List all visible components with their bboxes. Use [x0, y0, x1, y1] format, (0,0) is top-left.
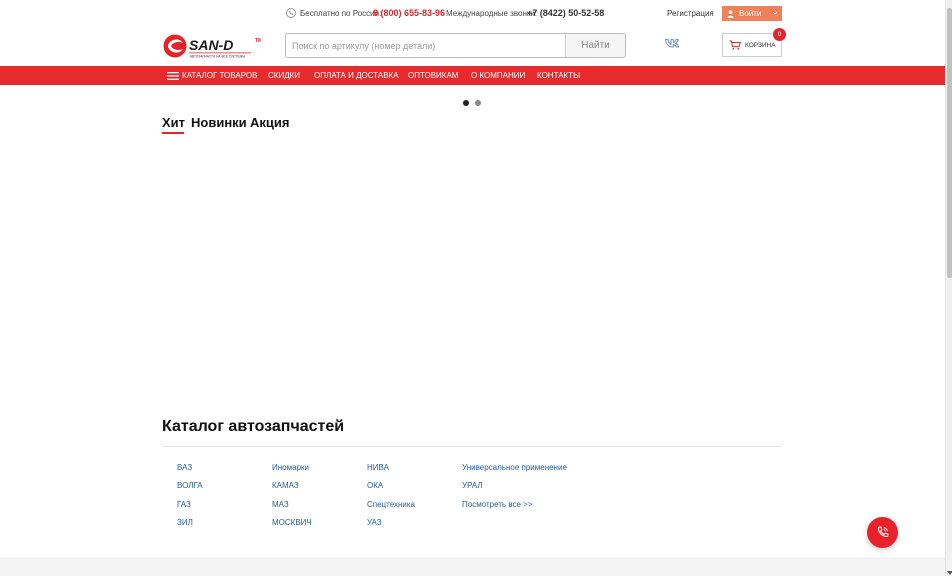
catalog-link[interactable]: МАЗ [272, 500, 289, 509]
search-box: Найти [285, 33, 626, 58]
tab-new[interactable]: Новинки [191, 115, 247, 130]
login-button[interactable]: Войти [722, 6, 782, 21]
catalog-link[interactable]: ОКА [367, 481, 383, 490]
scroll-down-arrow[interactable] [947, 571, 952, 575]
catalog-title: Каталог автозапчастей [162, 418, 345, 435]
main-nav: КАТАЛОГ ТОВАРОВ СКИДКИ ОПЛАТА И ДОСТАВКА… [0, 66, 945, 85]
catalog-link[interactable]: ГАЗ [177, 500, 191, 509]
catalog-link[interactable]: Спецтехника [367, 500, 415, 509]
scrollbar[interactable] [945, 0, 952, 576]
tab-sale[interactable]: Акция [250, 115, 289, 130]
intl-phone-number[interactable]: +7 (8422) 50-52-58 [527, 8, 604, 18]
cart-label: КОРЗИНА [745, 41, 776, 49]
tab-active-indicator [162, 132, 184, 134]
catalog-link[interactable]: ЗИЛ [177, 518, 193, 527]
free-phone-number[interactable]: 8 (800) 655-83-96 [373, 8, 445, 18]
vk-icon[interactable] [665, 38, 682, 48]
catalog-link[interactable]: УРАЛ [462, 481, 483, 490]
top-info-bar: Бесплатно по России: 8 (800) 655-83-96 М… [0, 0, 945, 28]
catalog-link[interactable]: УАЗ [367, 518, 382, 527]
catalog-link[interactable]: ВОЛГА [177, 481, 203, 490]
call-icon [878, 526, 889, 537]
nav-about[interactable]: О КОМПАНИИ [471, 66, 525, 85]
slider-dot-active[interactable] [463, 100, 469, 106]
catalog-link[interactable]: МОСКВИЧ [272, 518, 312, 527]
chevron-down-icon [772, 11, 778, 15]
phone-icon [286, 8, 296, 18]
footer [0, 557, 945, 576]
logo[interactable]: SAN-D TM АВТОЗАПЧАСТИ НА ВСЕ СИСТЕМЫ [163, 33, 262, 59]
cart-count-badge: 0 [773, 28, 786, 41]
svg-text:TM: TM [255, 38, 261, 44]
catalog-divider [162, 446, 782, 447]
catalog-link[interactable]: КАМАЗ [272, 481, 299, 490]
logo-graphic: SAN-D TM АВТОЗАПЧАСТИ НА ВСЕ СИСТЕМЫ [163, 34, 262, 59]
cart-icon [729, 40, 741, 50]
logo-tagline: АВТОЗАПЧАСТИ НА ВСЕ СИСТЕМЫ [190, 55, 245, 59]
tab-hit[interactable]: Хит [162, 115, 185, 130]
search-input[interactable] [286, 34, 566, 57]
login-label: Войти [739, 9, 762, 18]
scrollbar-thumb[interactable] [947, 8, 952, 278]
catalog-link[interactable]: Иномарки [272, 463, 309, 472]
catalog-link[interactable]: Универсальное применение [462, 463, 567, 472]
register-link[interactable]: Регистрация [667, 9, 714, 18]
view-all-link[interactable]: Посмотреть все >> [462, 500, 533, 509]
nav-wholesale[interactable]: ОПТОВИКАМ [408, 66, 458, 85]
nav-catalog[interactable]: КАТАЛОГ ТОВАРОВ [182, 66, 257, 85]
nav-discounts[interactable]: СКИДКИ [268, 66, 300, 85]
logo-text: SAN-D [189, 37, 233, 53]
nav-contacts[interactable]: КОНТАКТЫ [537, 66, 580, 85]
free-call-label: Бесплатно по России: [300, 9, 382, 18]
page: Бесплатно по России: 8 (800) 655-83-96 М… [0, 0, 945, 576]
catalog-link[interactable]: НИВА [367, 463, 389, 472]
user-icon [727, 9, 734, 18]
nav-payment-delivery[interactable]: ОПЛАТА И ДОСТАВКА [314, 66, 399, 85]
burger-icon[interactable] [167, 72, 179, 80]
search-button[interactable]: Найти [565, 34, 625, 57]
catalog-link[interactable]: ВАЗ [177, 463, 192, 472]
slider-dot[interactable] [475, 100, 481, 106]
intl-call-label: Международные звонки: [446, 9, 538, 18]
callback-button[interactable] [867, 517, 898, 548]
